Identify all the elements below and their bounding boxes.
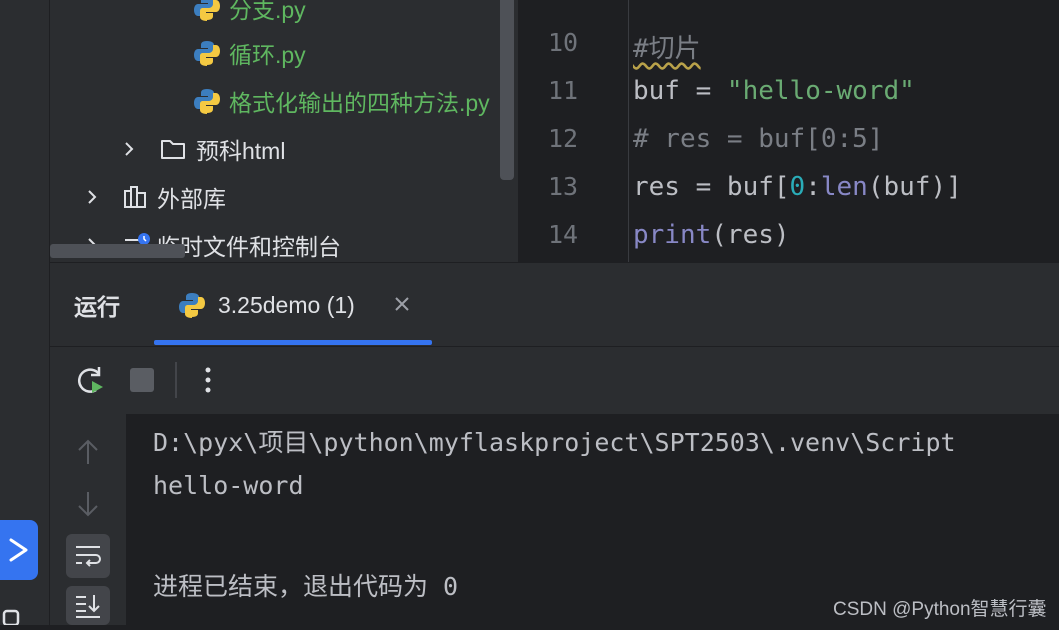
line-number: 10	[548, 28, 579, 57]
tool-window-title: 运行	[74, 294, 120, 320]
code-line[interactable]: res = buf[0:len(buf)]	[633, 172, 962, 202]
rerun-icon	[78, 367, 103, 393]
scroll-down-icon[interactable]	[66, 482, 110, 526]
tree-item-label: 外部库	[157, 186, 226, 212]
tree-item-folder[interactable]: 预科html	[120, 129, 285, 169]
code-comment: #切片	[633, 34, 701, 64]
code-comment: # res = buf[0:5]	[633, 124, 884, 154]
console-line: 进程已结束，退出代码为 0	[153, 572, 459, 601]
code-text: buf =	[633, 76, 727, 106]
tree-item-file[interactable]: 格式化输出的四种方法.py	[193, 81, 490, 121]
code-text: (buf)]	[867, 172, 962, 202]
more-options-icon[interactable]	[198, 364, 218, 396]
tree-item-label: 分支.py	[229, 0, 306, 23]
scroll-up-icon[interactable]	[66, 430, 110, 474]
code-number: 0	[789, 172, 806, 202]
soft-wrap-icon[interactable]	[66, 534, 110, 578]
tree-item-label: 预科html	[196, 138, 286, 164]
stop-button[interactable]	[130, 368, 154, 392]
chevron-right-icon[interactable]	[120, 140, 138, 158]
close-icon[interactable]	[392, 294, 412, 314]
tab-run-config[interactable]: 3.25demo (1)	[178, 287, 355, 323]
tab-label: 3.25demo (1)	[218, 291, 355, 318]
code-string: "hello-word"	[726, 76, 915, 106]
line-number: 12	[548, 124, 579, 153]
code-text: res = buf[	[633, 172, 790, 202]
scroll-to-end-icon[interactable]	[66, 586, 110, 625]
python-file-icon	[194, 89, 220, 114]
code-builtin: len	[820, 172, 868, 202]
tree-item-file[interactable]: 分支.py	[193, 0, 306, 28]
line-number: 11	[548, 76, 579, 105]
code-text: (res)	[711, 220, 790, 250]
tree-horizontal-scrollbar[interactable]	[50, 244, 185, 258]
python-file-icon	[194, 41, 220, 66]
code-text: :	[805, 172, 821, 202]
line-number: 14	[548, 220, 579, 249]
active-tab-indicator	[154, 340, 432, 345]
chevron-right-icon[interactable]	[83, 188, 101, 206]
code-builtin: print	[633, 220, 712, 250]
code-line[interactable]: # res = buf[0:5]	[633, 124, 883, 154]
partial-line-number	[560, 0, 580, 6]
tree-item-label: 格式化输出的四种方法.py	[229, 90, 490, 116]
console-line: hello-word	[153, 471, 304, 500]
code-line[interactable]: buf = "hello-word"	[633, 76, 915, 106]
line-number: 13	[548, 172, 579, 201]
chevron-right-icon	[9, 538, 28, 562]
console-line: D:\pyx\项目\python\myflaskproject\SPT2503\…	[153, 428, 956, 457]
run-tool-button[interactable]	[0, 520, 38, 580]
watermark: CSDN @Python智慧行囊	[833, 599, 1047, 620]
python-icon	[179, 293, 205, 318]
python-file-icon	[194, 0, 220, 21]
folder-icon	[161, 140, 185, 159]
toolbar-divider	[175, 362, 177, 398]
library-icon	[124, 186, 146, 208]
rerun-button[interactable]	[74, 364, 106, 396]
code-line[interactable]: print(res)	[633, 220, 790, 250]
tree-vertical-scrollbar[interactable]	[500, 0, 514, 180]
tree-item-external-libraries[interactable]: 外部库	[83, 177, 226, 217]
plugin-icon[interactable]	[2, 603, 24, 627]
tree-item-label: 循环.py	[229, 42, 306, 68]
code-line[interactable]: #切片	[633, 28, 701, 65]
tree-item-file[interactable]: 循环.py	[193, 33, 306, 73]
